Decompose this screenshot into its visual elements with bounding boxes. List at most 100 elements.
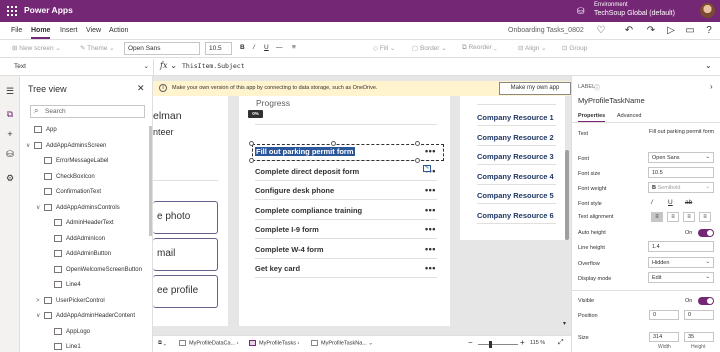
- task-name[interactable]: Complete W-4 form: [255, 245, 324, 254]
- resource-link[interactable]: Company Resource 3: [477, 152, 554, 161]
- tree-item[interactable]: ∨ AddAppAdminsControls: [36, 203, 120, 211]
- display-mode-dropdown[interactable]: Edit ⌄: [648, 272, 714, 283]
- tree-item[interactable]: OpenWelcomeScreenButton: [46, 265, 142, 273]
- menu-file[interactable]: File: [11, 27, 22, 34]
- menu-action[interactable]: Action: [109, 27, 128, 34]
- overflow-dropdown[interactable]: Hidden ⌄: [648, 257, 714, 268]
- resize-handle[interactable]: [415, 158, 420, 163]
- menu-insert[interactable]: Insert: [60, 27, 78, 34]
- height-input[interactable]: 35: [684, 332, 714, 342]
- zoom-slider[interactable]: [478, 344, 518, 345]
- collapse-panel-icon[interactable]: ›: [710, 82, 713, 91]
- align-button[interactable]: ⊟ Align ⌄: [518, 44, 547, 52]
- tree-item[interactable]: ConfirmationText: [36, 188, 101, 195]
- width-input[interactable]: 314: [649, 332, 679, 342]
- text-value[interactable]: Fill out parking permit form: [649, 129, 717, 136]
- insert-icon[interactable]: +: [4, 128, 16, 140]
- font-size-input[interactable]: 10.5: [648, 167, 714, 178]
- visible-toggle[interactable]: [698, 297, 714, 305]
- tree-item[interactable]: > UserPickerControl: [36, 296, 105, 304]
- user-avatar[interactable]: [700, 3, 715, 18]
- resource-link[interactable]: Company Resource 2: [477, 133, 554, 142]
- strikethrough-button[interactable]: —: [276, 44, 283, 51]
- task-name[interactable]: Complete direct deposit form: [255, 167, 359, 176]
- resource-link[interactable]: Company Resource 4: [477, 172, 554, 181]
- tab-properties[interactable]: Properties: [578, 113, 606, 122]
- more-options-icon[interactable]: •••: [425, 263, 436, 273]
- group-button[interactable]: ⊡ Group: [562, 44, 587, 52]
- align-right-icon[interactable]: ≡: [683, 212, 695, 222]
- preview-icon[interactable]: ▷: [664, 24, 678, 38]
- task-name[interactable]: Configure desk phone: [255, 186, 334, 195]
- environment-name[interactable]: TechSoup Global (default): [594, 10, 675, 17]
- menu-home[interactable]: Home: [31, 27, 51, 39]
- hamburger-icon[interactable]: ☰: [4, 85, 16, 97]
- align-text-icon[interactable]: ≡: [292, 44, 296, 51]
- property-dropdown[interactable]: Text ⌄: [10, 61, 151, 73]
- resource-link[interactable]: Company Resource 1: [477, 113, 554, 122]
- font-dropdown[interactable]: Open Sans: [124, 42, 200, 55]
- formula-input[interactable]: ThisItem.Subject: [182, 62, 245, 70]
- theme-button[interactable]: ✎ Theme ⌄: [80, 44, 115, 52]
- tree-scrollbar[interactable]: [149, 126, 152, 236]
- resize-handle[interactable]: [249, 141, 254, 146]
- tree-view-icon[interactable]: ⧉: [4, 108, 16, 120]
- italic-button[interactable]: /: [253, 44, 255, 51]
- expand-chevron-icon[interactable]: ∨: [26, 142, 34, 149]
- fill-button[interactable]: ◇ Fill ⌄: [373, 44, 395, 52]
- tree-item[interactable]: ∨ AddAppAdminsScreen: [26, 141, 106, 149]
- scroll-down-icon[interactable]: ▾: [563, 320, 566, 327]
- more-options-icon[interactable]: •••: [425, 244, 436, 254]
- task-name[interactable]: Complete compliance training: [255, 206, 362, 215]
- zoom-slider-thumb[interactable]: [488, 341, 492, 348]
- line-height-input[interactable]: 1.4: [648, 241, 714, 252]
- canvas-scrollbar[interactable]: [565, 150, 569, 240]
- tree-item[interactable]: App: [26, 126, 57, 133]
- task-name[interactable]: Get key card: [255, 264, 300, 273]
- make-my-own-app-button[interactable]: Make my own app: [499, 82, 571, 95]
- align-center-icon[interactable]: ≡: [667, 212, 679, 222]
- font-size-dropdown[interactable]: 10.5: [205, 42, 232, 55]
- expand-chevron-icon[interactable]: >: [36, 298, 44, 304]
- edit-template-icon[interactable]: ✎: [423, 165, 431, 172]
- tree-item[interactable]: Line4: [46, 281, 81, 288]
- data-icon[interactable]: ⛁: [4, 148, 16, 160]
- expand-formula-icon[interactable]: ⌄: [705, 61, 712, 70]
- fx-icon[interactable]: fx ⌄: [160, 61, 177, 70]
- underline-toggle[interactable]: U: [668, 199, 673, 206]
- tree-item[interactable]: AddAdminIcon: [46, 234, 105, 242]
- tree-search-input[interactable]: ⌕ Search: [30, 105, 145, 118]
- tree-item[interactable]: AdminHeaderText: [46, 219, 114, 226]
- bold-button[interactable]: B: [240, 44, 245, 51]
- task-name[interactable]: Complete I-9 form: [255, 225, 319, 234]
- font-dropdown[interactable]: Open Sans ⌄: [648, 152, 714, 163]
- close-icon[interactable]: ✕: [137, 83, 145, 94]
- tab-advanced[interactable]: Advanced: [617, 113, 641, 119]
- menu-view[interactable]: View: [86, 27, 101, 34]
- redo-icon[interactable]: ↷: [644, 24, 658, 38]
- position-x-input[interactable]: 0: [649, 310, 679, 320]
- fit-screen-icon[interactable]: ⤢: [558, 339, 564, 347]
- font-weight-dropdown[interactable]: B Semibold ⌄: [648, 182, 714, 193]
- tree-item[interactable]: CheckBoxIcon: [36, 172, 95, 180]
- app-checker-icon[interactable]: ♡: [594, 24, 608, 38]
- more-options-icon[interactable]: •••: [425, 205, 436, 215]
- resize-handle[interactable]: [415, 141, 420, 146]
- resource-link[interactable]: Company Resource 5: [477, 191, 554, 200]
- tree-item[interactable]: ErrorMessageLabel: [36, 157, 108, 164]
- update-photo-button[interactable]: e photo: [153, 201, 218, 234]
- help-icon[interactable]: ?: [702, 24, 716, 38]
- see-profile-button[interactable]: ee profile: [153, 275, 218, 308]
- resize-handle[interactable]: [331, 141, 336, 146]
- strikethrough-toggle[interactable]: ab: [685, 199, 692, 206]
- align-left-icon[interactable]: ≡: [651, 212, 663, 222]
- underline-button[interactable]: U: [264, 44, 269, 51]
- italic-toggle[interactable]: /: [651, 199, 653, 206]
- new-screen-button[interactable]: ⊞ New screen ⌄: [12, 44, 61, 52]
- zoom-in-icon[interactable]: +: [520, 338, 525, 347]
- tree-item[interactable]: AddAdminButton: [46, 250, 111, 257]
- help-icon[interactable]: ⓘ: [594, 83, 600, 92]
- advanced-tools-icon[interactable]: ⚙: [4, 172, 16, 184]
- tab-myprofiletasks[interactable]: MyProfileTasks ›: [249, 340, 299, 346]
- expand-chevron-icon[interactable]: ∨: [36, 312, 44, 319]
